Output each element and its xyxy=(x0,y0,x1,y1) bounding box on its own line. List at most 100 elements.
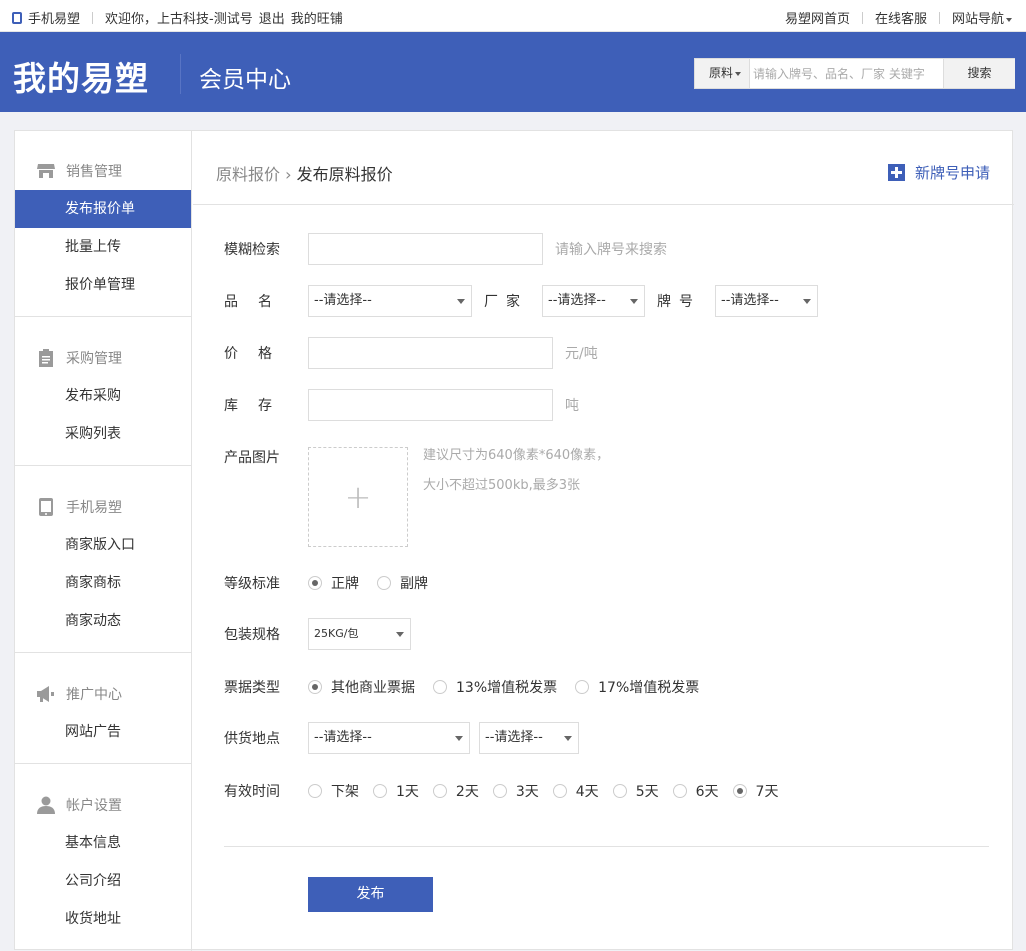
fuzzy-search-input[interactable] xyxy=(308,233,543,265)
sidebar-group-sales: 销售管理 发布报价单 批量上传 报价单管理 xyxy=(15,131,191,317)
search-input[interactable] xyxy=(753,63,939,84)
logo[interactable]: 我的易塑 xyxy=(13,52,149,100)
sidebar-item-publish-purchase[interactable]: 发布采购 xyxy=(15,377,191,415)
location-province-select[interactable]: --请选择-- xyxy=(308,722,470,754)
search-button[interactable]: 搜索 xyxy=(943,59,1015,88)
sidebar-item-merchant-logo[interactable]: 商家商标 xyxy=(15,564,191,602)
radio-label: 其他商业票据 xyxy=(331,680,415,696)
stock-label: 库存 xyxy=(224,398,292,414)
sidebar-item-shipping-address[interactable]: 收货地址 xyxy=(15,900,191,938)
brand-select[interactable]: --请选择-- xyxy=(715,285,818,317)
invoice-radio-13[interactable]: 13%增值税发票 xyxy=(433,677,557,697)
price-row: 价格 元/吨 xyxy=(224,337,598,369)
service-link[interactable]: 在线客服 xyxy=(875,8,927,27)
price-label: 价格 xyxy=(224,346,292,362)
package-select[interactable]: 25KG/包 xyxy=(308,618,411,650)
radio-label: 4天 xyxy=(575,784,599,800)
sidebar-item-merchant-entry[interactable]: 商家版入口 xyxy=(15,526,191,564)
logout-link[interactable]: 退出 xyxy=(259,8,285,27)
valid-time-label: 有效时间 xyxy=(224,784,280,800)
valid-radio-7d[interactable]: 7天 xyxy=(732,781,778,801)
price-unit: 元/吨 xyxy=(565,346,598,362)
radio-circle xyxy=(732,784,747,798)
radio-circle xyxy=(373,784,387,798)
my-shop-link[interactable]: 我的旺铺 xyxy=(291,8,343,27)
welcome-text: 欢迎你，上古科技-测试号 xyxy=(105,12,253,27)
radio-circle xyxy=(308,680,322,694)
radio-label: 17%增值税发票 xyxy=(598,680,700,696)
location-city-select[interactable]: --请选择-- xyxy=(479,722,579,754)
factory-select[interactable]: --请选择-- xyxy=(542,285,645,317)
site-nav-link[interactable]: 网站导航 xyxy=(952,8,1012,27)
plus-icon xyxy=(887,164,905,181)
grade-radio-sub[interactable]: 副牌 xyxy=(377,573,428,593)
new-brand-button[interactable]: 新牌号申请 xyxy=(887,162,990,183)
sidebar-item-purchase-list[interactable]: 采购列表 xyxy=(15,415,191,453)
radio-circle xyxy=(552,784,567,798)
radio-label: 下架 xyxy=(331,784,359,800)
radio-circle xyxy=(672,784,687,798)
search-category-select[interactable]: 原料 xyxy=(695,59,750,88)
stock-unit: 吨 xyxy=(565,398,579,414)
sidebar-group-label: 采购管理 xyxy=(66,351,122,367)
sidebar-group-label: 帐户设置 xyxy=(66,798,122,814)
sidebar-item-company-intro[interactable]: 公司介绍 xyxy=(15,862,191,900)
price-input[interactable] xyxy=(308,337,553,369)
sidebar-item-publish-quote[interactable]: 发布报价单 xyxy=(15,190,191,228)
radio-label: 副牌 xyxy=(400,576,428,592)
product-name-select[interactable]: --请选择-- xyxy=(308,285,472,317)
image-hint: 建议尺寸为640像素*640像素， 大小不超过500kb,最多3张 xyxy=(423,441,609,501)
breadcrumb: 原料报价 › 发布原料报价 xyxy=(216,161,393,185)
sidebar-group-label: 手机易塑 xyxy=(66,500,122,516)
home-link[interactable]: 易塑网首页 xyxy=(785,8,850,27)
sidebar-item-bulk-upload[interactable]: 批量上传 xyxy=(15,228,191,266)
valid-radio-2d[interactable]: 2天 xyxy=(432,781,479,801)
user-icon xyxy=(37,796,55,814)
radio-label: 5天 xyxy=(635,784,659,800)
valid-radio-off[interactable]: 下架 xyxy=(308,781,359,801)
image-hint-line-2: 大小不超过500kb,最多3张 xyxy=(423,478,580,493)
sidebar-item-site-ads[interactable]: 网站广告 xyxy=(15,713,191,751)
divider xyxy=(938,11,940,24)
grade-radio-main[interactable]: 正牌 xyxy=(308,573,359,593)
breadcrumb-parent[interactable]: 原料报价 xyxy=(216,165,280,184)
invoice-radio-17[interactable]: 17%增值税发票 xyxy=(575,677,699,697)
radio-label: 13%增值税发票 xyxy=(456,680,558,696)
clipboard-icon xyxy=(37,349,55,367)
caret-down-icon xyxy=(1006,17,1012,22)
fuzzy-search-hint: 请输入牌号来搜索 xyxy=(555,242,667,258)
sidebar-group-label: 销售管理 xyxy=(66,164,122,180)
radio-circle xyxy=(492,784,507,798)
megaphone-icon xyxy=(37,685,55,703)
form-divider xyxy=(224,846,989,847)
header-divider xyxy=(180,54,181,94)
radio-circle xyxy=(377,576,391,590)
header-title: 会员中心 xyxy=(199,67,291,93)
image-upload-box[interactable]: + xyxy=(308,447,408,547)
divider xyxy=(861,11,863,24)
sidebar-item-basic-info[interactable]: 基本信息 xyxy=(15,824,191,862)
sidebar: 销售管理 发布报价单 批量上传 报价单管理 采购管理 发布采购 采购列表 手机易… xyxy=(15,131,192,951)
mobile-link[interactable]: 手机易塑 xyxy=(28,8,80,27)
publish-button[interactable]: 发布 xyxy=(308,877,433,912)
new-brand-label: 新牌号申请 xyxy=(914,164,990,182)
image-label: 产品图片 xyxy=(224,450,280,466)
image-row: 产品图片 + xyxy=(224,447,408,547)
sidebar-group-title: 手机易塑 xyxy=(15,488,191,526)
valid-radio-1d[interactable]: 1天 xyxy=(373,781,419,801)
invoice-row: 票据类型 其他商业票据 13%增值税发票 17%增值税发票 xyxy=(224,677,717,697)
sidebar-item-quote-management[interactable]: 报价单管理 xyxy=(15,266,191,304)
radio-circle xyxy=(433,680,447,694)
plus-icon: + xyxy=(344,478,372,516)
stock-input[interactable] xyxy=(308,389,553,421)
main-panel: 销售管理 发布报价单 批量上传 报价单管理 采购管理 发布采购 采购列表 手机易… xyxy=(14,130,1014,951)
valid-radio-6d[interactable]: 6天 xyxy=(672,781,719,801)
valid-radio-4d[interactable]: 4天 xyxy=(552,781,599,801)
sidebar-item-merchant-news[interactable]: 商家动态 xyxy=(15,602,191,640)
valid-radio-5d[interactable]: 5天 xyxy=(612,781,659,801)
valid-time-row: 有效时间 下架 1天 2天 3天 4天 5天 6天 7天 xyxy=(224,781,778,801)
sidebar-group-mobile: 手机易塑 商家版入口 商家商标 商家动态 xyxy=(15,466,191,653)
valid-radio-3d[interactable]: 3天 xyxy=(492,781,539,801)
sidebar-group-title: 采购管理 xyxy=(15,339,191,377)
invoice-radio-other[interactable]: 其他商业票据 xyxy=(308,677,415,697)
